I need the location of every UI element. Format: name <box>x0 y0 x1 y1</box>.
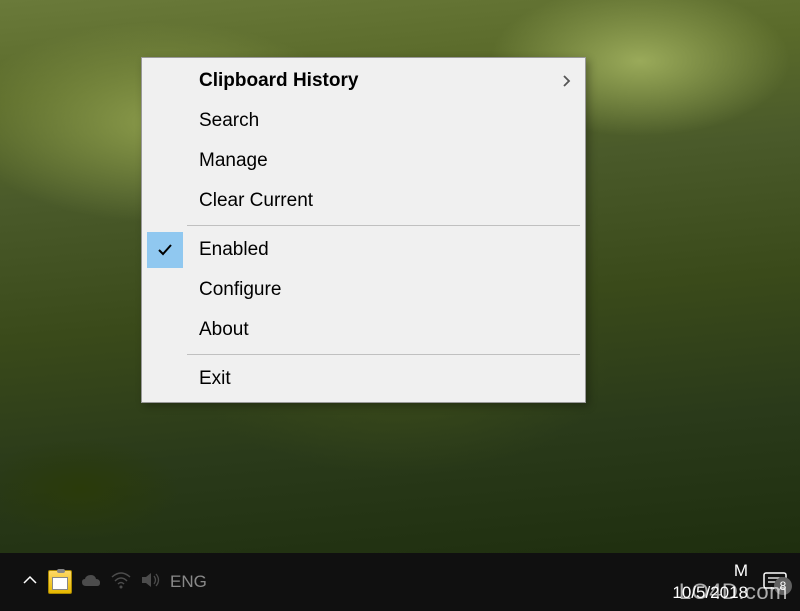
menu-label: Exit <box>185 368 582 390</box>
menu-item-exit[interactable]: Exit <box>145 359 582 399</box>
context-menu: Clipboard History Search Manage Clear Cu… <box>141 57 586 403</box>
notification-badge: 8 <box>774 577 792 595</box>
menu-item-manage[interactable]: Manage <box>145 141 582 181</box>
wifi-icon[interactable] <box>110 571 132 594</box>
menu-label: Search <box>185 110 582 132</box>
menu-item-clear-current[interactable]: Clear Current <box>145 181 582 221</box>
onedrive-icon[interactable] <box>80 572 102 593</box>
menu-label: Configure <box>185 279 582 301</box>
menu-label: Manage <box>185 150 582 172</box>
menu-item-enabled[interactable]: Enabled <box>145 230 582 270</box>
action-center-icon[interactable]: 8 <box>762 571 788 593</box>
menu-label: About <box>185 319 582 341</box>
menu-item-about[interactable]: About <box>145 310 582 350</box>
taskbar-time: M <box>672 560 748 582</box>
check-icon <box>147 232 183 268</box>
clipboard-app-icon[interactable] <box>48 570 72 594</box>
taskbar-date: 10/5/2018 <box>672 582 748 604</box>
tray-chevron-up-icon[interactable] <box>20 570 40 595</box>
volume-icon[interactable] <box>140 571 162 594</box>
menu-separator <box>187 354 580 355</box>
language-indicator[interactable]: ENG <box>170 572 207 592</box>
menu-label: Clear Current <box>185 190 582 212</box>
menu-item-configure[interactable]: Configure <box>145 270 582 310</box>
menu-label: Clipboard History <box>185 70 552 92</box>
menu-item-search[interactable]: Search <box>145 101 582 141</box>
taskbar: ENG M 10/5/2018 8 <box>0 553 800 611</box>
menu-separator <box>187 225 580 226</box>
menu-icon-area <box>145 61 185 101</box>
menu-item-clipboard-history[interactable]: Clipboard History <box>145 61 582 101</box>
chevron-right-icon <box>552 74 582 88</box>
menu-label: Enabled <box>185 239 582 261</box>
taskbar-clock[interactable]: M 10/5/2018 <box>672 560 748 604</box>
